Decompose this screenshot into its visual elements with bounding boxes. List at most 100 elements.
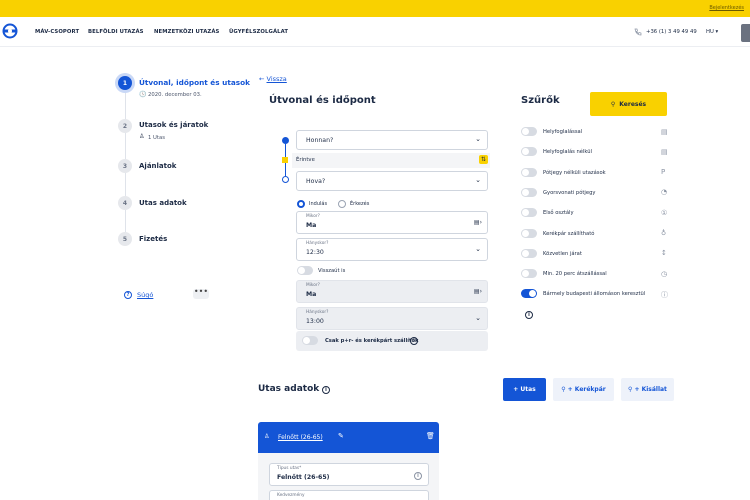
nav-item-nemzetkozi[interactable]: NEMZETKÖZI UTAZÁS bbox=[154, 29, 219, 35]
account-button[interactable] bbox=[741, 24, 750, 42]
add-pet-button[interactable]: ⚲ + Kisállat bbox=[621, 378, 674, 401]
filter-toggle[interactable] bbox=[521, 248, 537, 258]
filter-toggle[interactable] bbox=[521, 208, 537, 218]
calendar-icon: ▤› bbox=[473, 219, 482, 226]
date-field[interactable]: Mikor? Ma ▤› bbox=[296, 211, 488, 234]
radio-arrive-label: Érkezés bbox=[350, 201, 370, 207]
trash-icon[interactable]: 🗑 bbox=[426, 432, 435, 440]
filter-icon: ▤ bbox=[661, 127, 668, 136]
filter-toggle[interactable] bbox=[521, 228, 537, 238]
phone-number[interactable]: +36 (1) 3 49 49 49 bbox=[646, 29, 697, 35]
filter-icon: P bbox=[661, 168, 666, 177]
return-date-field[interactable]: Mikor? Ma ▤› bbox=[296, 280, 488, 303]
filter-toggle[interactable] bbox=[521, 269, 537, 279]
return-time-label: Hányskor? bbox=[306, 310, 329, 315]
filter-label: Pótjegy nélküli utazások bbox=[543, 169, 606, 176]
filter-toggle[interactable] bbox=[521, 289, 537, 299]
via-row bbox=[292, 153, 490, 168]
discount-field[interactable]: Kedvezmény bbox=[269, 490, 429, 500]
chevron-down-icon: ⌄ bbox=[475, 245, 481, 253]
radio-depart[interactable] bbox=[297, 200, 305, 208]
back-link[interactable]: ← Vissza bbox=[259, 75, 287, 83]
nav-item-mav-csoport[interactable]: MÁV-CSOPORT bbox=[35, 29, 79, 35]
more-button[interactable]: ••• bbox=[193, 288, 209, 299]
chevron-down-icon: ⌄ bbox=[475, 314, 481, 322]
top-utility-bar bbox=[0, 0, 750, 17]
filter-icon: ◔ bbox=[661, 188, 668, 197]
time-label: Hányskor? bbox=[306, 241, 329, 246]
from-input[interactable]: Honnan? ⌄ bbox=[296, 130, 488, 150]
edit-icon[interactable]: ✎ bbox=[338, 432, 344, 440]
nav-item-ugyfelszolgalat[interactable]: ÜGYFÉLSZOLGÁLAT bbox=[229, 29, 288, 35]
date-label: Mikor? bbox=[306, 214, 320, 219]
person-icon: ♙ bbox=[264, 433, 270, 440]
step-4-title[interactable]: Utas adatok bbox=[139, 199, 187, 207]
filter-label: Közvetlen járat bbox=[543, 250, 582, 257]
search-button[interactable]: ⚲ Keresés bbox=[590, 92, 667, 116]
return-date-value: Ma bbox=[306, 291, 317, 298]
step-3-title[interactable]: Ajánlatok bbox=[139, 162, 176, 170]
return-time-value: 13:00 bbox=[306, 318, 324, 325]
from-dot-icon bbox=[282, 137, 289, 144]
filter-toggle[interactable] bbox=[521, 127, 537, 136]
passenger-type-field[interactable]: Típus utas* Felnőtt (26-65) i bbox=[269, 463, 429, 486]
to-dot-icon bbox=[282, 176, 289, 183]
add-passenger-button[interactable]: + Utas bbox=[503, 378, 546, 401]
filter-toggle[interactable] bbox=[521, 147, 537, 157]
calendar-icon: ▤› bbox=[473, 288, 482, 295]
step-2-sub: 1 Utas bbox=[148, 135, 166, 141]
date-value: Ma bbox=[306, 222, 317, 229]
radio-arrive[interactable] bbox=[338, 200, 346, 208]
filter-icon: ◷ bbox=[661, 269, 668, 278]
swap-icon[interactable]: ⇅ bbox=[479, 155, 488, 164]
login-link[interactable]: Bejelentkezés bbox=[709, 5, 744, 11]
filter-toggle[interactable] bbox=[521, 187, 537, 197]
info-icon: i bbox=[414, 472, 422, 480]
mav-logo-icon[interactable] bbox=[2, 23, 18, 39]
search-label: Keresés bbox=[619, 100, 647, 108]
passenger-card-name[interactable]: Felnőtt (26-65) bbox=[278, 434, 323, 441]
step-2-title[interactable]: Utasok és járatok bbox=[139, 121, 208, 129]
step-5-title[interactable]: Fizetés bbox=[139, 235, 167, 243]
filter-label: Min. 20 perc átszállással bbox=[543, 271, 607, 278]
pet-icon: ⚲ bbox=[628, 386, 633, 393]
filter-label: Első osztály bbox=[543, 210, 574, 217]
bike-toggle-label: Csak p+r- és kerékpárt szállítók bbox=[325, 338, 419, 344]
filter-label: Gyorsvonati pótjegy bbox=[543, 189, 596, 196]
chevron-down-icon: ⌄ bbox=[475, 176, 481, 184]
filter-icon: ↕ bbox=[661, 249, 667, 258]
add-bike-button[interactable]: ⚲ + Kerékpár bbox=[553, 378, 614, 401]
calendar-icon: 🕓 bbox=[139, 91, 147, 98]
filter-icon: ⓘ bbox=[661, 290, 668, 299]
filter-label: Kerékpár szállítható bbox=[543, 230, 595, 237]
to-input[interactable]: Hova? ⌄ bbox=[296, 171, 488, 191]
filter-icon: ♁ bbox=[661, 229, 667, 237]
via-label: Érintve bbox=[296, 157, 315, 163]
filter-label: Bármely budapesti állomáson keresztül bbox=[543, 291, 646, 298]
info-icon[interactable]: i bbox=[410, 337, 418, 345]
step-3-circle: 3 bbox=[118, 159, 132, 173]
help-link[interactable]: Súgó bbox=[137, 291, 153, 299]
chevron-down-icon: ⌄ bbox=[475, 135, 481, 143]
filter-label: Helyfoglalással bbox=[543, 129, 583, 135]
bike-toggle[interactable] bbox=[302, 336, 318, 345]
language-select[interactable]: HU ▾ bbox=[706, 29, 718, 35]
filters-info-icon[interactable]: i bbox=[525, 311, 533, 319]
add-pet-label: + Kisállat bbox=[634, 386, 667, 393]
step-1-title[interactable]: Útvonal, időpont és utasok bbox=[139, 78, 250, 87]
return-time-field[interactable]: Hányskor? 13:00 ⌄ bbox=[296, 307, 488, 330]
return-toggle[interactable] bbox=[297, 266, 313, 275]
passengers-info-icon[interactable]: i bbox=[322, 386, 330, 394]
search-icon: ⚲ bbox=[610, 100, 616, 108]
time-field[interactable]: Hányskor? 12:30 ⌄ bbox=[296, 238, 488, 261]
step-1-circle: 1 bbox=[118, 76, 132, 90]
add-bike-label: + Kerékpár bbox=[567, 386, 606, 393]
filter-toggle[interactable] bbox=[521, 167, 537, 177]
filter-icon: ▤ bbox=[661, 147, 668, 156]
person-icon: ♙ bbox=[139, 133, 145, 140]
step-2-circle: 2 bbox=[118, 119, 132, 133]
filter-icon: ① bbox=[661, 208, 668, 217]
nav-item-belfoldi[interactable]: BELFÖLDI UTAZÁS bbox=[88, 29, 144, 35]
help-icon: ? bbox=[124, 291, 132, 299]
filters-title: Szűrők bbox=[521, 95, 560, 106]
